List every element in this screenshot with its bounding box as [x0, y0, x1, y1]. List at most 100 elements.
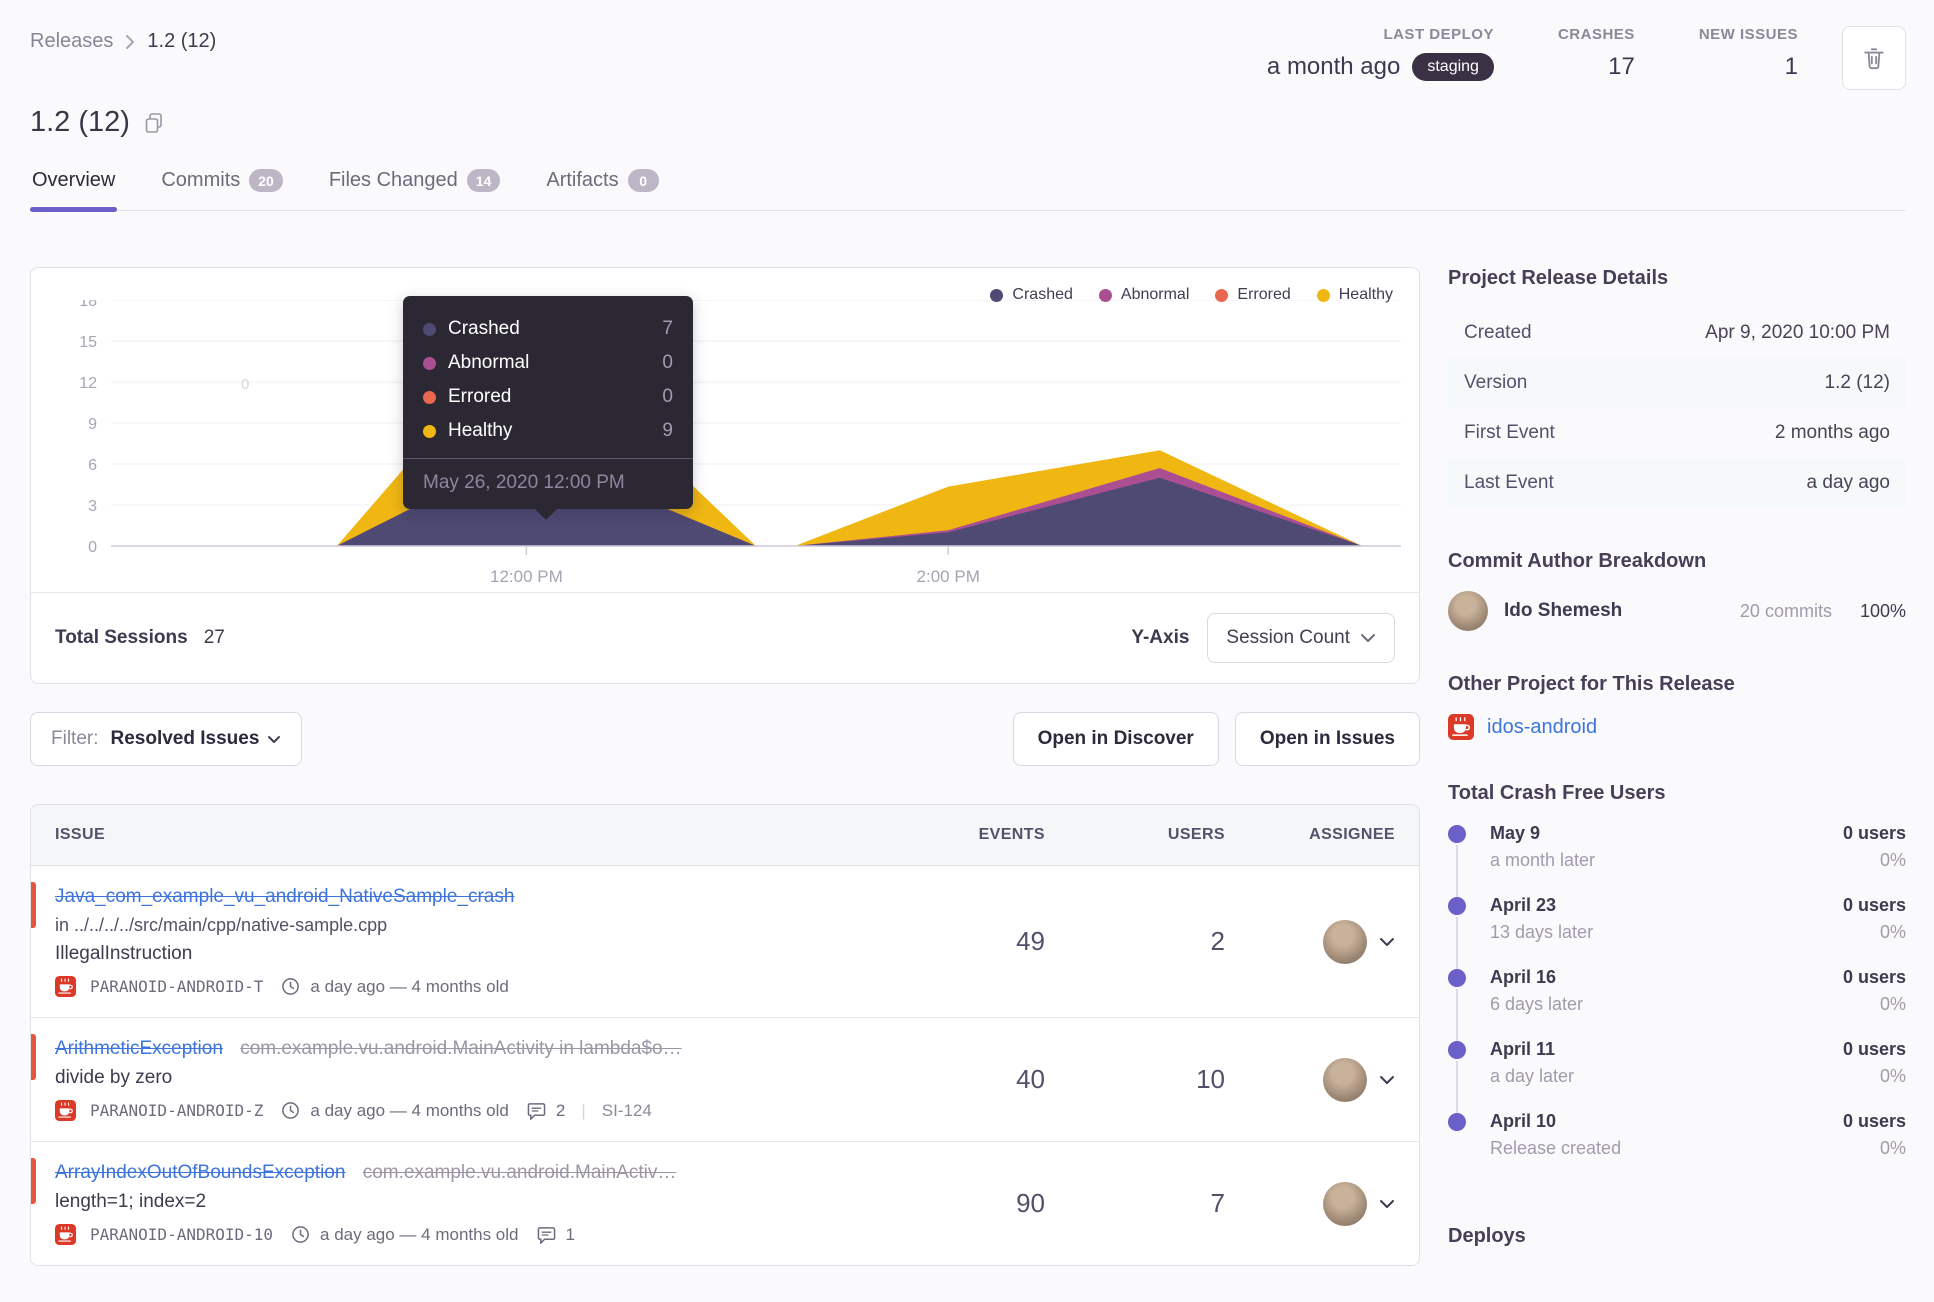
top-bar: Releases 1.2 (12) LAST DEPLOY a month ag… [0, 0, 1934, 90]
issue-link[interactable]: ArrayIndexOutOfBoundsException [55, 1162, 345, 1183]
sessions-chart-card: Crashed Abnormal Errored Healthy 0 3 6 9… [30, 267, 1420, 684]
timeline-sub: Release created [1490, 1138, 1622, 1158]
users-count: 2 [1210, 926, 1225, 956]
chevron-down-icon[interactable] [1379, 937, 1395, 947]
timeline-percent: 0% [1879, 922, 1906, 942]
section-heading: Other Project for This Release [1448, 673, 1735, 695]
chevron-right-icon [123, 32, 137, 52]
other-project-link[interactable]: idos-android [1487, 716, 1597, 739]
svg-text:6: 6 [88, 457, 97, 474]
issues-table-header: ISSUE EVENTS USERS ASSIGNEE [31, 805, 1419, 866]
assignee-avatar[interactable] [1323, 1057, 1367, 1102]
timeline-dot [1448, 969, 1466, 987]
chevron-down-icon[interactable] [1379, 1075, 1395, 1085]
assignee-avatar[interactable] [1323, 1181, 1367, 1226]
open-in-issues-button[interactable]: Open in Issues [1234, 712, 1420, 766]
breadcrumb-releases[interactable]: Releases [30, 30, 113, 53]
yaxis-selected-value: Session Count [1226, 627, 1350, 648]
meta-divider: | [581, 1100, 586, 1120]
timeline-entry: April 23 13 days later 0 users 0% [1448, 895, 1906, 971]
breadcrumb-current: 1.2 (12) [147, 30, 217, 52]
timeline-sub: a month later [1490, 850, 1596, 870]
sidebar: Project Release Details Created Apr 9, 2… [1448, 267, 1906, 1290]
events-count: 49 [1016, 926, 1045, 956]
comment-count: 1 [565, 1224, 575, 1244]
filter-dropdown[interactable]: Filter: Resolved Issues [30, 712, 303, 766]
delete-release-button[interactable] [1842, 26, 1906, 90]
tab-files-changed[interactable]: Files Changed 14 [327, 169, 503, 210]
timeline-entry: April 11 a day later 0 users 0% [1448, 1039, 1906, 1115]
issues-table: ISSUE EVENTS USERS ASSIGNEE Java_com_exa… [30, 804, 1420, 1266]
issue-age: a day ago — 4 months old [310, 976, 509, 996]
author-percent: 100% [1859, 600, 1906, 621]
tab-label: Overview [32, 169, 116, 191]
trash-icon [1861, 45, 1887, 71]
timeline-users: 0 users [1842, 1111, 1906, 1131]
column-users: USERS [1167, 826, 1225, 843]
issue-location: com.example.vu.android.MainActiv… [362, 1162, 677, 1183]
chart-footer: Total Sessions 27 Y-Axis Session Count [31, 592, 1419, 683]
project-cup-icon [55, 1224, 76, 1245]
section-heading: Commit Author Breakdown [1448, 550, 1707, 572]
svg-text:9: 9 [88, 416, 97, 433]
table-row: ArithmeticException com.example.vu.andro… [31, 1018, 1419, 1142]
stat-new-issues: NEW ISSUES 1 [1699, 26, 1798, 81]
tooltip-label: Healthy [448, 420, 513, 441]
timeline-date: April 16 [1490, 967, 1557, 987]
tab-label: Artifacts [546, 169, 619, 191]
legend-abnormal[interactable]: Abnormal [1098, 286, 1189, 304]
issues-toolbar: Filter: Resolved Issues Open in Discover… [30, 712, 1420, 766]
author-name: Ido Shemesh [1504, 600, 1623, 621]
author-avatar [1448, 591, 1488, 631]
chevron-down-icon[interactable] [1379, 1199, 1395, 1209]
total-sessions-label: Total Sessions [55, 627, 188, 648]
tab-artifacts[interactable]: Artifacts 0 [544, 169, 660, 210]
unhandled-indicator [31, 1158, 36, 1204]
tooltip-label: Crashed [448, 318, 520, 339]
issue-location: com.example.vu.android.MainActivity in l… [240, 1038, 682, 1059]
legend-label: Crashed [1012, 286, 1073, 303]
section-heading: Project Release Details [1448, 267, 1669, 289]
timeline-date: April 23 [1490, 895, 1557, 915]
table-row: ArrayIndexOutOfBoundsException com.examp… [31, 1142, 1419, 1265]
svg-text:12: 12 [79, 375, 97, 392]
legend-crashed[interactable]: Crashed [990, 286, 1073, 304]
timeline-percent: 0% [1879, 850, 1906, 870]
issue-link[interactable]: Java_com_example_vu_android_NativeSample… [55, 886, 514, 907]
stat-label: NEW ISSUES [1698, 26, 1798, 43]
release-stats: LAST DEPLOY a month ago staging CRASHES … [1267, 26, 1906, 90]
tab-commits[interactable]: Commits 20 [159, 169, 284, 210]
detail-value: a day ago [1806, 472, 1890, 493]
svg-text:2:00 PM: 2:00 PM [917, 567, 980, 586]
chart-tooltip: Crashed 7 Abnormal 0 Errored 0 Healthy 9… [403, 296, 693, 520]
crash-free-section: Total Crash Free Users May 9 a month lat… [1448, 782, 1906, 1183]
timeline-date: May 9 [1490, 823, 1541, 843]
comment-icon [527, 1102, 546, 1120]
legend-errored[interactable]: Errored [1215, 286, 1291, 304]
project-cup-icon [55, 976, 76, 997]
stat-crashes: CRASHES 17 [1558, 26, 1635, 81]
timeline-percent: 0% [1879, 1066, 1906, 1086]
issue-age: a day ago — 4 months old [310, 1100, 509, 1120]
yaxis-select[interactable]: Session Count [1207, 613, 1395, 663]
assignee-avatar[interactable] [1323, 919, 1367, 964]
stat-last-deploy: LAST DEPLOY a month ago staging [1267, 26, 1494, 81]
comment-icon [537, 1226, 556, 1244]
timeline-date: April 11 [1490, 1039, 1556, 1059]
open-in-discover-button[interactable]: Open in Discover [1012, 712, 1219, 766]
abnormal-dot [1098, 288, 1112, 302]
timeline-sub: a day later [1490, 1066, 1575, 1086]
detail-label: Created [1464, 322, 1532, 343]
errored-dot [1215, 288, 1229, 302]
tab-count-badge: 20 [249, 169, 283, 192]
tab-overview[interactable]: Overview [30, 169, 118, 212]
column-issue: ISSUE [55, 826, 106, 843]
issue-culprit: IllegalInstruction [55, 943, 193, 964]
sessions-area-chart[interactable]: 0 3 6 9 12 15 18 12:00 PM 2:00 PM 0 Crashed 7 Ab… [51, 296, 1401, 592]
issue-location: in ../../../../src/main/cpp/native-sampl… [55, 915, 388, 935]
legend-healthy[interactable]: Healthy [1316, 286, 1393, 304]
copy-icon[interactable] [144, 112, 164, 134]
timeline-dot [1448, 1113, 1466, 1131]
tab-label: Commits [161, 169, 241, 191]
issue-link[interactable]: ArithmeticException [55, 1038, 223, 1059]
